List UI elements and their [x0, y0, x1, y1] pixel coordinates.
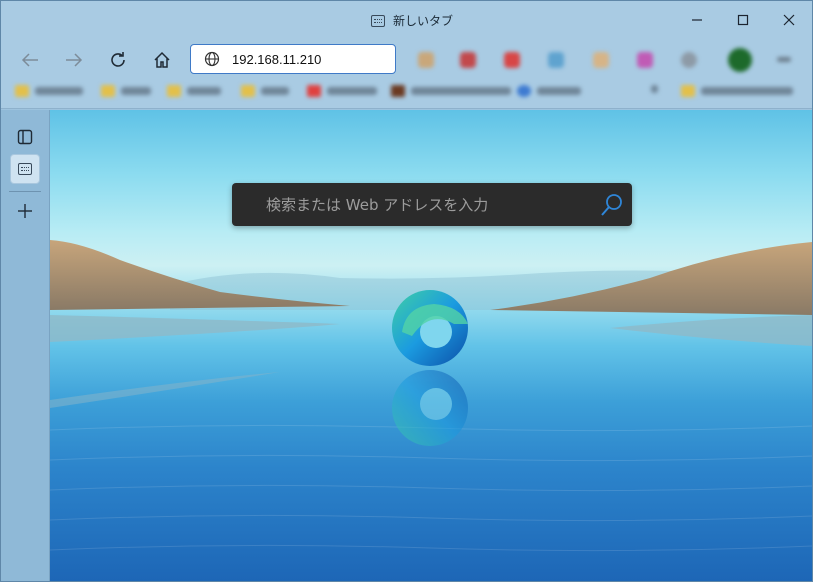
- browser-window: 新しいタブ 192.168.11.210 検索または Web アドレスを入力: [0, 0, 813, 582]
- favorite-item[interactable]: [391, 85, 511, 97]
- extension-icon[interactable]: [504, 52, 520, 68]
- add-icon: [18, 204, 32, 218]
- home-button[interactable]: [148, 47, 176, 73]
- favorites-bar: [1, 79, 812, 109]
- maximize-icon: [737, 14, 749, 26]
- sidebar-divider: [9, 191, 41, 192]
- magnifier-icon: [601, 193, 622, 216]
- favorite-item[interactable]: [167, 85, 221, 97]
- favorite-item[interactable]: [307, 85, 377, 97]
- profile-avatar[interactable]: [728, 48, 752, 72]
- favorite-item[interactable]: [517, 85, 581, 97]
- minimize-icon: [692, 19, 702, 21]
- address-text: 192.168.11.210: [232, 51, 322, 67]
- address-bar[interactable]: 192.168.11.210: [190, 44, 396, 74]
- extension-icon[interactable]: [681, 52, 697, 68]
- window-title: 新しいタブ: [371, 12, 453, 29]
- title-bar: 新しいタブ: [1, 1, 812, 41]
- globe-icon: [204, 51, 220, 67]
- window-title-text: 新しいタブ: [393, 14, 454, 28]
- tab-new-tab[interactable]: [10, 154, 40, 184]
- edge-logo: [392, 290, 468, 366]
- close-button[interactable]: [776, 9, 802, 31]
- close-icon: [783, 14, 795, 26]
- new-tab-page: [50, 110, 812, 581]
- tab-icon: [18, 163, 32, 175]
- toolbar: 192.168.11.210: [1, 41, 812, 79]
- refresh-icon: [111, 52, 125, 67]
- vertical-tabs-sidebar: [1, 110, 50, 581]
- search-box[interactable]: [232, 183, 632, 226]
- extension-icon[interactable]: [460, 52, 476, 68]
- extension-icon[interactable]: [637, 52, 653, 68]
- search-input[interactable]: [232, 183, 592, 226]
- maximize-button[interactable]: [730, 9, 756, 31]
- forward-button[interactable]: [60, 47, 88, 73]
- arrow-right-icon: [66, 53, 83, 67]
- home-icon: [154, 51, 170, 68]
- other-favorites[interactable]: [681, 85, 793, 97]
- favorite-item[interactable]: [101, 85, 151, 97]
- favorite-item[interactable]: [15, 85, 83, 97]
- refresh-button[interactable]: [104, 47, 132, 73]
- favorites-overflow[interactable]: [651, 85, 658, 93]
- search-icon[interactable]: [592, 183, 632, 226]
- extension-icon[interactable]: [548, 52, 564, 68]
- new-tab-button[interactable]: [10, 196, 40, 226]
- arrow-left-icon: [21, 53, 38, 67]
- minimize-button[interactable]: [684, 9, 710, 31]
- extension-icon[interactable]: [418, 52, 434, 68]
- more-icon[interactable]: [777, 57, 791, 62]
- new-tab-icon: [371, 14, 385, 27]
- background-landscape-image: [50, 240, 812, 552]
- extension-icon[interactable]: [593, 52, 609, 68]
- favorite-item[interactable]: [241, 85, 289, 97]
- vertical-tabs-icon: [17, 129, 33, 145]
- tab-actions-button[interactable]: [10, 122, 40, 152]
- edge-logo-reflection: [392, 370, 468, 446]
- back-button[interactable]: [16, 47, 44, 73]
